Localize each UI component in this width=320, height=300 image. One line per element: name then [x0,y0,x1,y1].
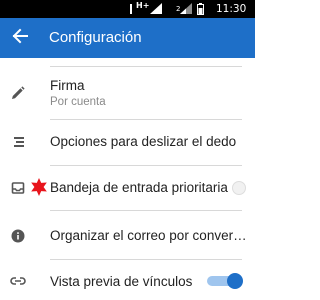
red-star-badge [30,178,48,196]
info-icon [10,228,26,244]
back-button[interactable] [8,26,32,50]
link-icon [10,273,26,289]
switch-thumb [227,273,243,289]
settings-item-label: Firma [50,78,85,93]
app-toolbar: Configuración [0,18,255,58]
swipe-lines-icon [10,134,26,150]
network-type-label: H+ [136,1,150,10]
battery-icon [197,3,204,15]
settings-item-focused-inbox[interactable]: Bandeja de entrada prioritaria [0,166,255,210]
status-time: 11:30 [216,3,247,15]
settings-item-sublabel: Por cuenta [50,96,106,108]
focused-inbox-toggle[interactable] [232,181,246,195]
settings-item-label: Vista previa de vínculos [50,274,193,289]
page-title: Configuración [49,29,142,46]
signal-icon [128,4,134,14]
link-preview-switch[interactable] [205,273,243,289]
settings-item-link-preview[interactable]: Vista previa de vínculos [0,260,255,300]
settings-item-swipe-options[interactable]: Opciones para deslizar el dedo [0,120,255,165]
signal-strength-icon [150,3,162,14]
pencil-icon [10,85,26,101]
settings-item-signature[interactable]: Firma Por cuenta [0,67,255,114]
settings-item-conversation-view[interactable]: Organizar el correo por conver… [0,211,255,259]
inbox-icon [10,180,26,196]
status-bar: H+ 2 11:30 [0,0,255,18]
settings-item-label: Opciones para deslizar el dedo [50,134,237,149]
settings-item-label: Bandeja de entrada prioritaria [50,180,228,195]
settings-item-label: Organizar el correo por conver… [50,228,247,243]
arrow-back-icon [12,28,28,49]
signal-strength-2-icon [180,3,192,14]
